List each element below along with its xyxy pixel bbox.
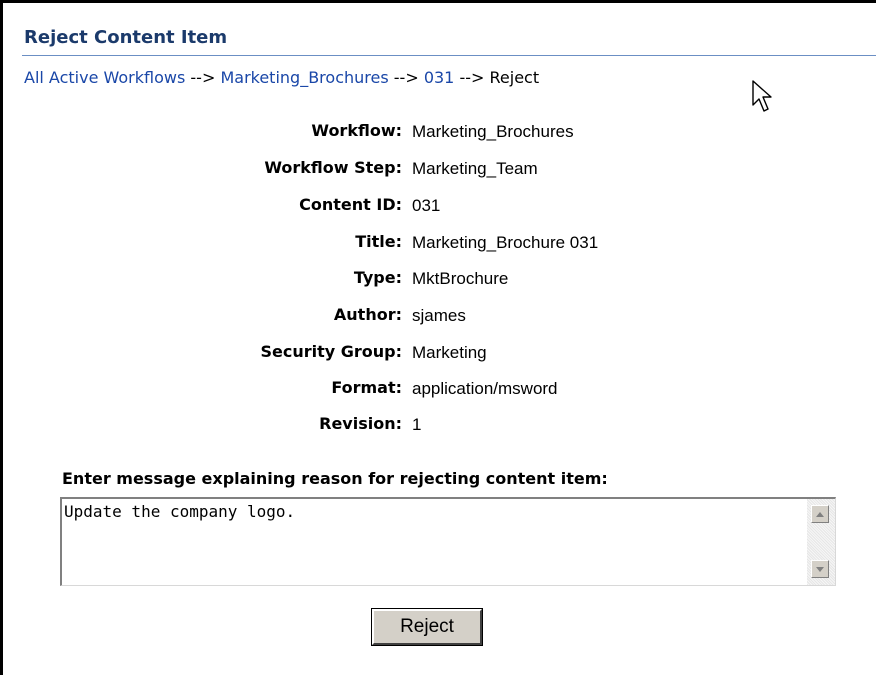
- breadcrumb-separator: -->: [459, 68, 485, 87]
- detail-row-security-group: Security Group: Marketing: [100, 342, 800, 368]
- detail-value: sjames: [412, 306, 466, 325]
- detail-row-revision: Revision: 1: [100, 414, 800, 440]
- scroll-up-arrow-icon[interactable]: [811, 505, 829, 523]
- rejection-reason-textarea[interactable]: Update the company logo.: [62, 499, 807, 585]
- detail-value: Marketing_Brochure 031: [412, 233, 599, 252]
- detail-row-workflow: Workflow: Marketing_Brochures: [100, 121, 800, 147]
- detail-value: Marketing_Brochures: [412, 122, 574, 141]
- detail-value: Marketing_Team: [412, 159, 538, 178]
- reject-button[interactable]: Reject: [371, 608, 483, 646]
- detail-label: Title:: [355, 232, 402, 251]
- page-title: Reject Content Item: [24, 27, 228, 48]
- rejection-reason-field: Update the company logo.: [60, 497, 836, 586]
- breadcrumb-separator: -->: [393, 68, 419, 87]
- detail-value: 1: [412, 415, 422, 434]
- breadcrumb-current: Reject: [489, 68, 540, 87]
- detail-value: Marketing: [412, 343, 487, 362]
- detail-label: Workflow Step:: [264, 158, 402, 177]
- detail-row-title: Title: Marketing_Brochure 031: [100, 232, 800, 258]
- detail-label: Revision:: [319, 414, 402, 433]
- breadcrumb-separator: -->: [190, 68, 216, 87]
- detail-label: Type:: [353, 268, 402, 287]
- textarea-scrollbar[interactable]: [807, 499, 835, 585]
- detail-label: Workflow:: [311, 121, 402, 140]
- detail-row-type: Type: MktBrochure: [100, 268, 800, 294]
- breadcrumb: All Active Workflows --> Marketing_Broch…: [24, 68, 539, 87]
- detail-label: Format:: [331, 378, 402, 397]
- detail-label: Author:: [333, 305, 402, 324]
- detail-label: Content ID:: [299, 195, 402, 214]
- detail-row-content-id: Content ID: 031: [100, 195, 800, 221]
- detail-label: Security Group:: [260, 342, 402, 361]
- mouse-pointer-icon: [752, 80, 774, 119]
- rejection-reason-label: Enter message explaining reason for reje…: [62, 469, 608, 488]
- breadcrumb-workflow[interactable]: Marketing_Brochures: [220, 68, 388, 87]
- detail-value: 031: [412, 196, 441, 215]
- detail-row-author: Author: sjames: [100, 305, 800, 331]
- scroll-down-arrow-icon[interactable]: [811, 560, 829, 578]
- title-divider: [22, 55, 876, 56]
- detail-row-format: Format: application/msword: [100, 378, 800, 404]
- detail-row-workflow-step: Workflow Step: Marketing_Team: [100, 158, 800, 184]
- breadcrumb-content-id[interactable]: 031: [424, 68, 455, 87]
- breadcrumb-all-active-workflows[interactable]: All Active Workflows: [24, 68, 185, 87]
- detail-value: application/msword: [412, 379, 558, 398]
- detail-value: MktBrochure: [412, 269, 509, 288]
